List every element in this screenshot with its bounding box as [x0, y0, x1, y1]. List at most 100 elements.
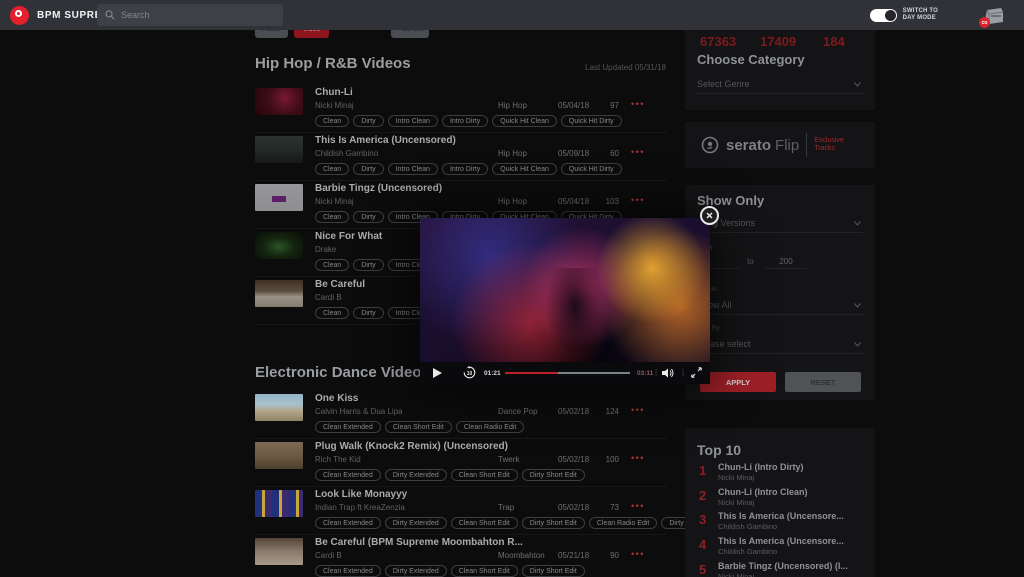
video-row[interactable]: Look Like Monayyy Indian Trap ft KreaZen…: [255, 487, 667, 535]
top10-track-title[interactable]: This Is America (Uncensore...: [718, 536, 844, 546]
version-tag[interactable]: Clean: [315, 259, 349, 271]
version-tag[interactable]: Clean Extended: [315, 565, 381, 577]
version-tag[interactable]: Quick Hit Dirty: [561, 115, 622, 127]
video-title[interactable]: Nice For What: [315, 231, 382, 242]
top10-track-title[interactable]: Chun-Li (Intro Clean): [718, 487, 808, 497]
version-tag[interactable]: Clean: [315, 163, 349, 175]
play-button-icon[interactable]: [433, 368, 442, 378]
video-title[interactable]: Plug Walk (Knock2 Remix) (Uncensored): [315, 441, 508, 452]
version-tag[interactable]: Dirty Extended: [385, 565, 447, 577]
version-tag[interactable]: Quick Hit Dirty: [561, 163, 622, 175]
sort-by-select[interactable]: Please select: [697, 336, 863, 354]
video-row[interactable]: This Is America (Uncensored) Childish Ga…: [255, 133, 667, 181]
version-tag[interactable]: Clean: [315, 211, 349, 223]
version-tag[interactable]: Clean Short Edit: [451, 565, 518, 577]
fullscreen-icon[interactable]: [691, 367, 702, 378]
video-thumbnail[interactable]: [255, 538, 303, 565]
video-thumbnail[interactable]: [255, 232, 303, 259]
divider: [806, 133, 807, 157]
version-tag[interactable]: Intro Dirty: [442, 163, 488, 175]
apply-button[interactable]: APPLY: [700, 372, 776, 392]
version-tag[interactable]: Dirty: [353, 259, 383, 271]
row-options-menu[interactable]: •••: [631, 405, 645, 415]
video-thumbnail[interactable]: [255, 280, 303, 307]
reset-button[interactable]: RESET: [785, 372, 861, 392]
video-title[interactable]: This Is America (Uncensored): [315, 135, 456, 146]
video-thumbnail[interactable]: [255, 490, 303, 517]
close-button[interactable]: [700, 206, 719, 225]
row-options-menu[interactable]: •••: [631, 99, 645, 109]
video-genre: Dance Pop: [498, 407, 538, 416]
version-tag[interactable]: Clean: [315, 115, 349, 127]
video-title[interactable]: Look Like Monayyy: [315, 489, 407, 500]
player-controls: 10 01:21 03:11 | |: [420, 362, 710, 384]
video-title[interactable]: Chun-Li: [315, 87, 353, 98]
song-versions-select[interactable]: Song Versions: [697, 215, 863, 233]
top10-track-title[interactable]: This Is America (Uncensore...: [718, 511, 844, 521]
bpm-supreme-logo-icon[interactable]: [10, 6, 29, 25]
version-tag[interactable]: Dirty: [353, 115, 383, 127]
video-title[interactable]: Be Careful (BPM Supreme Moombahton R...: [315, 537, 523, 548]
video-thumbnail[interactable]: [255, 184, 303, 211]
remix-select[interactable]: Show All: [697, 297, 863, 315]
genre-select[interactable]: Select Genre: [697, 76, 863, 94]
account-crate-avatar[interactable]: co: [982, 3, 1006, 27]
version-tag[interactable]: Clean Short Edit: [451, 517, 518, 529]
video-title[interactable]: Barbie Tingz (Uncensored): [315, 183, 442, 194]
search-input[interactable]: [121, 10, 271, 20]
serato-flip-banner[interactable]: serato Flip Exclusive Tracks: [685, 122, 875, 168]
row-options-menu[interactable]: •••: [631, 549, 645, 559]
version-tag[interactable]: Intro Dirty: [442, 115, 488, 127]
row-options-menu[interactable]: •••: [631, 453, 645, 463]
video-title[interactable]: Be Careful: [315, 279, 365, 290]
rewind-10-icon[interactable]: 10: [463, 366, 476, 379]
top10-track-title[interactable]: Barbie Tingz (Uncensored) (I...: [718, 561, 848, 571]
version-tag[interactable]: Clean Short Edit: [451, 469, 518, 481]
version-tag[interactable]: Quick Hit Clean: [492, 115, 557, 127]
version-tag[interactable]: Dirty Short Edit: [522, 565, 585, 577]
version-tag[interactable]: Clean Extended: [315, 421, 381, 433]
video-thumbnail[interactable]: [255, 394, 303, 421]
top10-rank: 2: [699, 488, 706, 503]
row-options-menu[interactable]: •••: [631, 501, 645, 511]
version-tag[interactable]: Clean Extended: [315, 469, 381, 481]
video-thumbnail[interactable]: [255, 136, 303, 163]
video-frame[interactable]: [420, 218, 710, 362]
version-tag[interactable]: Intro Clean: [388, 115, 438, 127]
version-tag[interactable]: Dirty: [353, 307, 383, 319]
video-row[interactable]: Chun-Li Nicki Minaj Hip Hop 05/04/18 97 …: [255, 85, 667, 133]
row-options-menu[interactable]: •••: [631, 195, 645, 205]
row-options-menu[interactable]: •••: [631, 147, 645, 157]
version-tag[interactable]: Dirty Extended: [385, 517, 447, 529]
video-thumbnail[interactable]: [255, 88, 303, 115]
version-tag[interactable]: Clean Extended: [315, 517, 381, 529]
search-bar[interactable]: [97, 4, 283, 26]
version-tag[interactable]: Clean Short Edit: [385, 421, 452, 433]
serato-logo-icon: [701, 136, 719, 154]
video-row[interactable]: Plug Walk (Knock2 Remix) (Uncensored) Ri…: [255, 439, 667, 487]
video-title[interactable]: One Kiss: [315, 393, 358, 404]
version-tag[interactable]: Clean Radio Edit: [456, 421, 525, 433]
search-icon: [105, 10, 115, 20]
version-tag[interactable]: Dirty Short Edit: [522, 469, 585, 481]
version-tag[interactable]: Dirty Extended: [385, 469, 447, 481]
bpm-max-input[interactable]: 200: [765, 255, 807, 269]
version-tag[interactable]: Dirty: [353, 211, 383, 223]
version-tag[interactable]: Clean Radio Edit: [589, 517, 658, 529]
progress-bar[interactable]: [505, 372, 630, 374]
video-date: 05/02/18: [558, 503, 589, 512]
top10-track-title[interactable]: Chun-Li (Intro Dirty): [718, 462, 803, 472]
version-tag[interactable]: Clean: [315, 307, 349, 319]
day-mode-label: SWITCH TO DAY MODE: [903, 8, 938, 22]
version-tag[interactable]: Intro Clean: [388, 163, 438, 175]
video-count: 97: [595, 101, 619, 110]
version-tag[interactable]: Dirty: [353, 163, 383, 175]
video-artist: Drake: [315, 245, 336, 254]
day-mode-toggle[interactable]: [870, 9, 897, 22]
version-tag[interactable]: Quick Hit Clean: [492, 163, 557, 175]
video-thumbnail[interactable]: [255, 442, 303, 469]
volume-icon[interactable]: [662, 368, 674, 378]
video-row[interactable]: Be Careful (BPM Supreme Moombahton R... …: [255, 535, 667, 577]
video-row[interactable]: One Kiss Calvin Harris & Dua Lipa Dance …: [255, 391, 667, 439]
version-tag[interactable]: Dirty Short Edit: [522, 517, 585, 529]
